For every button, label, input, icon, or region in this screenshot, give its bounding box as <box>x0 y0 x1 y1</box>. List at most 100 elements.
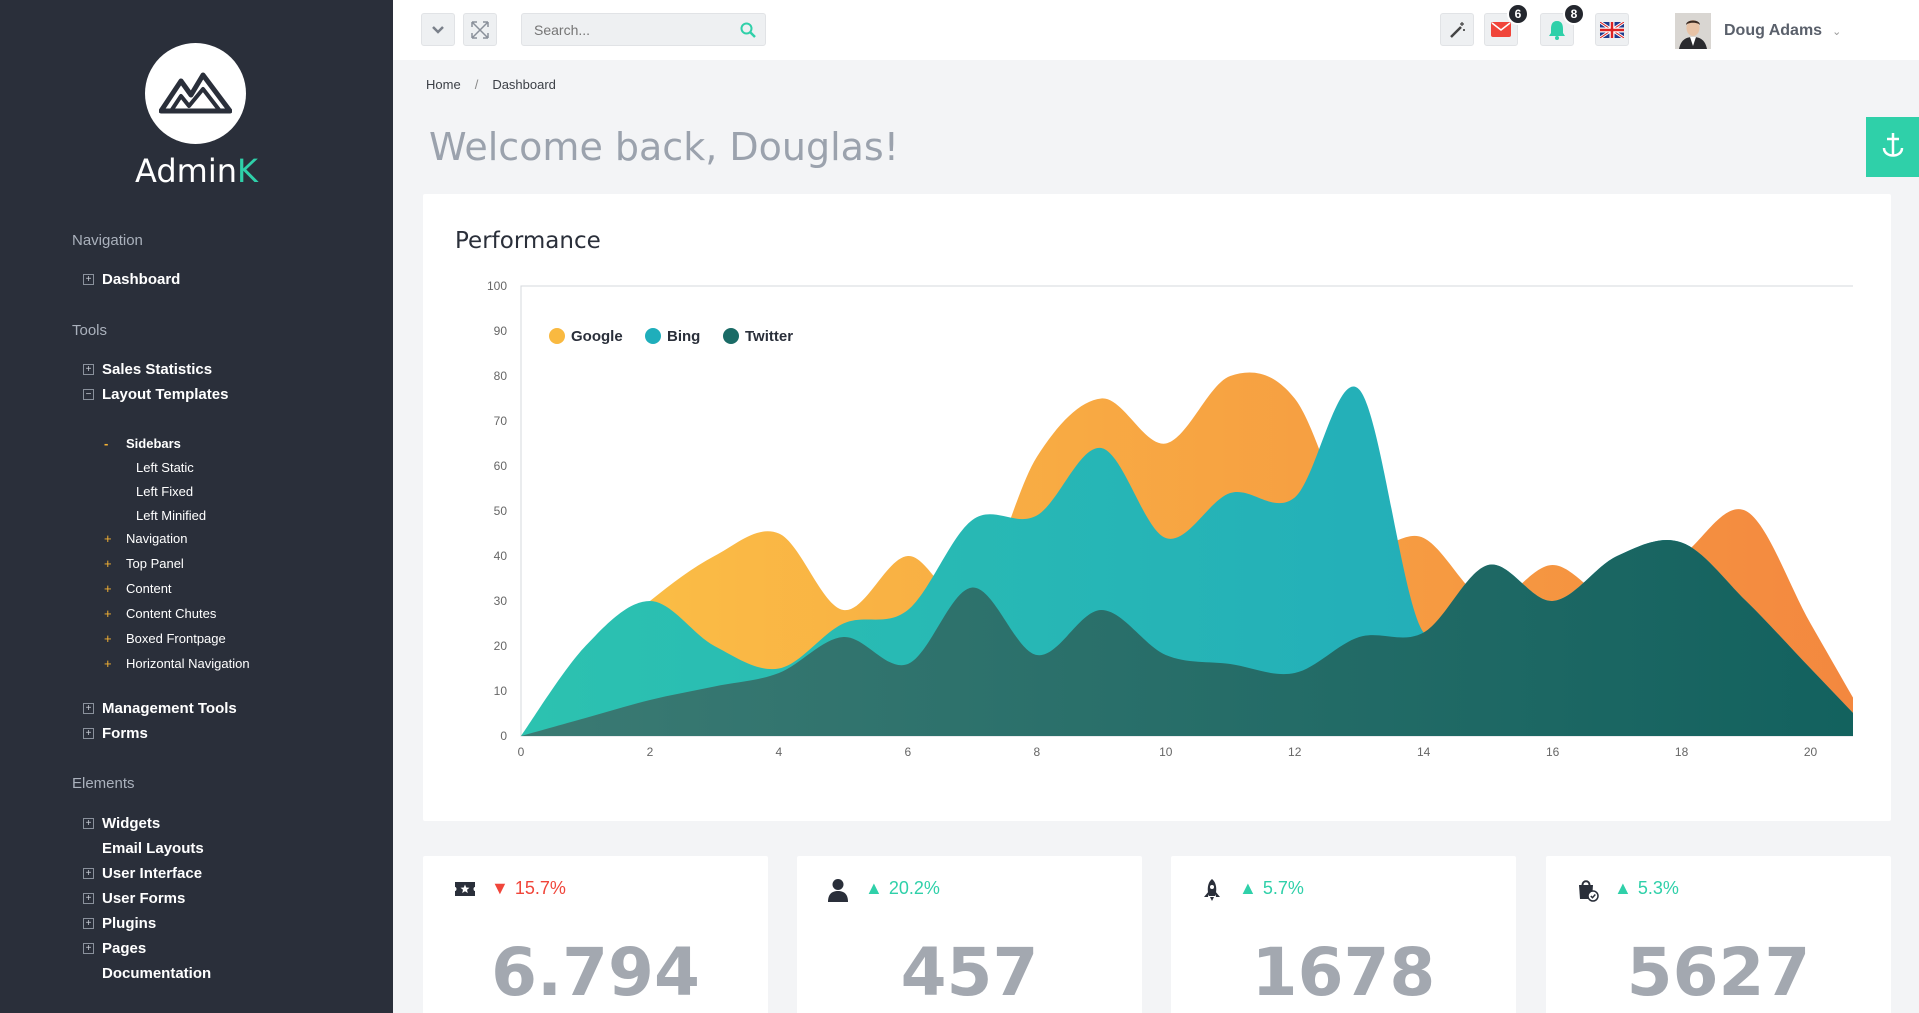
y-tick-label: 0 <box>500 729 507 743</box>
y-tick-label: 60 <box>494 459 508 473</box>
x-tick-label: 4 <box>776 745 783 759</box>
x-tick-label: 10 <box>1159 745 1173 759</box>
expand-icon: + <box>83 918 94 929</box>
sidebar-item-pages[interactable]: + Pages <box>83 940 146 957</box>
arrow-up-icon: ▲ <box>1614 878 1632 898</box>
language-button[interactable] <box>1595 13 1629 46</box>
chevron-down-icon <box>432 25 444 34</box>
arrow-up-icon: ▲ <box>865 878 883 898</box>
x-tick-label: 14 <box>1417 745 1431 759</box>
collapse-icon: - <box>104 436 109 451</box>
sidebar-item-dashboard[interactable]: + Dashboard <box>83 271 180 288</box>
x-tick-label: 6 <box>905 745 912 759</box>
expand-icon: + <box>83 818 94 829</box>
y-tick-label: 100 <box>487 279 507 293</box>
sidebar-item-left-fixed[interactable]: Left Fixed <box>136 484 193 499</box>
sidebar-item-forms[interactable]: + Forms <box>83 725 148 742</box>
settings-drawer-tab[interactable] <box>1866 117 1919 177</box>
section-navigation: Navigation <box>72 232 143 249</box>
chevron-down-icon: ⌄ <box>1832 25 1842 38</box>
sidebar-item-documentation[interactable]: Documentation <box>83 965 211 982</box>
x-tick-label: 0 <box>518 745 525 759</box>
stat-delta: ▲ 5.7% <box>1239 878 1304 898</box>
stat-card-orders: ▲ 5.3% 5627 <box>1546 856 1891 1013</box>
user-name: Doug Adams <box>1724 22 1823 39</box>
sidebar-item-navigation[interactable]: + Navigation <box>104 531 187 546</box>
magic-wand-button[interactable] <box>1440 13 1474 46</box>
y-tick-label: 10 <box>494 684 508 698</box>
expand-arrows-icon <box>471 20 489 39</box>
y-tick-label: 40 <box>494 549 508 563</box>
expand-icon: + <box>104 531 112 546</box>
sidebar-item-user-forms[interactable]: + User Forms <box>83 890 185 907</box>
y-tick-label: 50 <box>494 504 508 518</box>
performance-chart: 0 10 20 30 40 50 60 70 80 90 100 0 2 4 6 8 10 12 14 16 18 20 G… <box>487 279 1853 759</box>
ticket-icon <box>455 882 475 896</box>
legend-label: Twitter <box>745 328 793 345</box>
y-tick-label: 20 <box>494 639 508 653</box>
top-bar: 6 8 Doug Adams ⌄ <box>393 0 1919 60</box>
sidebar-item-email-layouts[interactable]: Email Layouts <box>83 840 204 857</box>
sidebar-item-management-tools[interactable]: + Management Tools <box>83 700 237 717</box>
expand-icon: + <box>83 868 94 879</box>
expand-icon: + <box>83 703 94 714</box>
stat-value: 5627 <box>1626 934 1811 1011</box>
sidebar-item-left-static[interactable]: Left Static <box>136 460 194 475</box>
sidebar-item-top-panel[interactable]: + Top Panel <box>104 556 184 571</box>
stat-card-visitors: ▲ 20.2% 457 <box>797 856 1142 1013</box>
mail-button[interactable]: 6 <box>1484 3 1529 46</box>
y-tick-label: 90 <box>494 324 508 338</box>
sidebar-item-content-chutes[interactable]: + Content Chutes <box>104 606 216 621</box>
expand-icon: + <box>104 606 112 621</box>
mail-count-badge: 6 <box>1507 3 1529 25</box>
breadcrumb: Home / Dashboard <box>426 77 556 92</box>
legend-swatch <box>723 328 739 344</box>
sidebar-item-plugins[interactable]: + Plugins <box>83 915 156 932</box>
sidebar-item-horizontal-navigation[interactable]: + Horizontal Navigation <box>104 656 250 671</box>
expand-icon: + <box>83 728 94 739</box>
user-menu[interactable]: Doug Adams ⌄ <box>1675 13 1841 49</box>
stat-value: 6.794 <box>491 934 700 1011</box>
stat-card-projects: ▲ 5.7% 1678 <box>1171 856 1516 1013</box>
fullscreen-button[interactable] <box>463 13 497 46</box>
shopping-bag-icon <box>1579 880 1599 902</box>
sidebar-item-left-minified[interactable]: Left Minified <box>136 508 206 523</box>
sidebar-item-content[interactable]: + Content <box>104 581 172 596</box>
x-tick-label: 12 <box>1288 745 1302 759</box>
sidebar-item-sidebars[interactable]: - Sidebars <box>104 436 181 451</box>
legend-label: Bing <box>667 328 700 345</box>
search-icon[interactable] <box>739 21 757 39</box>
breadcrumb-home[interactable]: Home <box>426 77 461 92</box>
sidebar-item-user-interface[interactable]: + User Interface <box>83 865 202 882</box>
y-tick-label: 80 <box>494 369 508 383</box>
legend-swatch <box>645 328 661 344</box>
y-tick-label: 30 <box>494 594 508 608</box>
brand-name[interactable]: AdminK <box>0 152 393 190</box>
notifications-button[interactable]: 8 <box>1540 3 1585 46</box>
search-input[interactable] <box>522 14 722 45</box>
stat-delta: ▼ 15.7% <box>491 878 566 898</box>
legend-swatch <box>549 328 565 344</box>
sidebar-item-layout-templates[interactable]: − Layout Templates <box>83 386 228 403</box>
sidebar-item-sales-statistics[interactable]: + Sales Statistics <box>83 361 212 378</box>
performance-card: Performance 0 10 20 30 40 50 60 70 80 90 100 0 2 4 6 8 1… <box>423 194 1891 821</box>
expand-icon: + <box>83 364 94 375</box>
arrow-up-icon: ▲ <box>1239 878 1257 898</box>
page-title: Welcome back, Douglas! <box>429 125 899 169</box>
legend-label: Google <box>571 328 623 345</box>
bell-icon <box>1549 20 1565 40</box>
chevron-down-button[interactable] <box>421 13 455 46</box>
expand-icon: + <box>104 631 112 646</box>
sidebar-item-boxed-frontpage[interactable]: + Boxed Frontpage <box>104 631 226 646</box>
arrow-down-icon: ▼ <box>491 878 509 898</box>
expand-icon: + <box>83 893 94 904</box>
stat-delta: ▲ 20.2% <box>865 878 940 898</box>
expand-icon: + <box>83 274 94 285</box>
x-tick-label: 16 <box>1546 745 1560 759</box>
sidebar-item-widgets[interactable]: + Widgets <box>83 815 160 832</box>
expand-icon: + <box>83 943 94 954</box>
stat-value: 1678 <box>1251 934 1436 1011</box>
expand-icon: + <box>104 581 112 596</box>
mountain-logo-icon[interactable] <box>145 43 246 144</box>
stat-value: 457 <box>900 934 1039 1011</box>
